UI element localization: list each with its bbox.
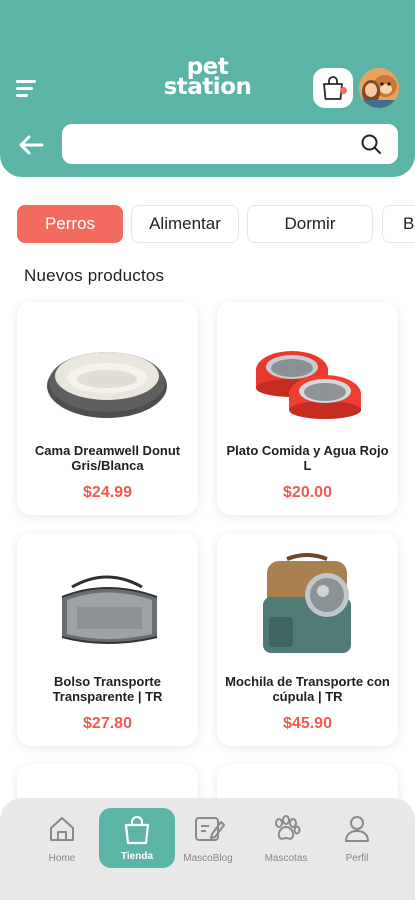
nav-perfil[interactable]: Perfil [319, 798, 395, 870]
nav-label: MascoBlog [183, 853, 233, 864]
product-price: $24.99 [83, 484, 132, 501]
product-card[interactable]: Plato Comida y Agua Rojo L $20.00 [217, 302, 398, 515]
product-card[interactable]: Cama Dreamwell Donut Gris/Blanca $24.99 [17, 302, 198, 515]
search-icon[interactable] [360, 133, 382, 155]
product-price: $27.80 [83, 715, 132, 732]
double-bowl-image [256, 351, 361, 419]
product-card[interactable]: Mochila de Transporte con cúpula | TR $4… [217, 533, 398, 746]
nav-tienda[interactable]: Tienda [99, 808, 175, 868]
search-bar[interactable] [62, 124, 398, 164]
section-title: Nuevos productos [24, 266, 165, 285]
cart-badge-dot [340, 87, 347, 94]
nav-label: Home [48, 853, 76, 864]
product-name: Cama Dreamwell Donut Gris/Blanca [34, 443, 181, 473]
product-card[interactable]: Bolso Transporte Transparente | TR $27.8… [17, 533, 198, 746]
pet-bed-image [47, 352, 167, 418]
back-button[interactable] [17, 133, 45, 157]
nav-label: Tienda [120, 851, 154, 862]
dome-backpack-image [263, 553, 351, 653]
product-price: $20.00 [283, 484, 332, 501]
paw-icon [275, 815, 301, 840]
product-name: Mochila de Transporte con cúpula | TR [225, 674, 390, 704]
nav-label: Perfil [345, 853, 369, 864]
user-avatar[interactable] [359, 68, 399, 108]
product-name: Plato Comida y Agua Rojo L [226, 443, 389, 473]
chip-dormir[interactable]: Dormir [247, 205, 373, 243]
carrier-bag-image [61, 575, 158, 644]
nav-mascotas[interactable]: Mascotas [248, 798, 324, 870]
search-input[interactable] [74, 124, 354, 164]
chip-partial[interactable]: B [382, 205, 415, 243]
avatar-photo [359, 68, 399, 108]
arrow-left-icon [19, 135, 44, 155]
chip-alimentar[interactable]: Alimentar [131, 205, 239, 243]
app-header: pet station [0, 0, 415, 177]
product-price: $45.90 [283, 715, 332, 732]
chip-perros[interactable]: Perros [17, 205, 123, 243]
home-icon [50, 817, 74, 841]
nav-home[interactable]: Home [24, 798, 100, 870]
blog-edit-icon [195, 817, 225, 841]
profile-icon [345, 816, 369, 842]
product-name: Bolso Transporte Transparente | TR [52, 674, 163, 704]
shop-bag-icon [124, 815, 150, 845]
cart-button[interactable] [313, 68, 353, 108]
nav-mascoblog[interactable]: MascoBlog [170, 798, 246, 870]
bottom-navigation: Home Tienda MascoBlog Mascotas Perfil [0, 798, 415, 900]
category-chips: Perros Alimentar Dormir B [0, 205, 415, 245]
nav-label: Mascotas [264, 853, 308, 864]
